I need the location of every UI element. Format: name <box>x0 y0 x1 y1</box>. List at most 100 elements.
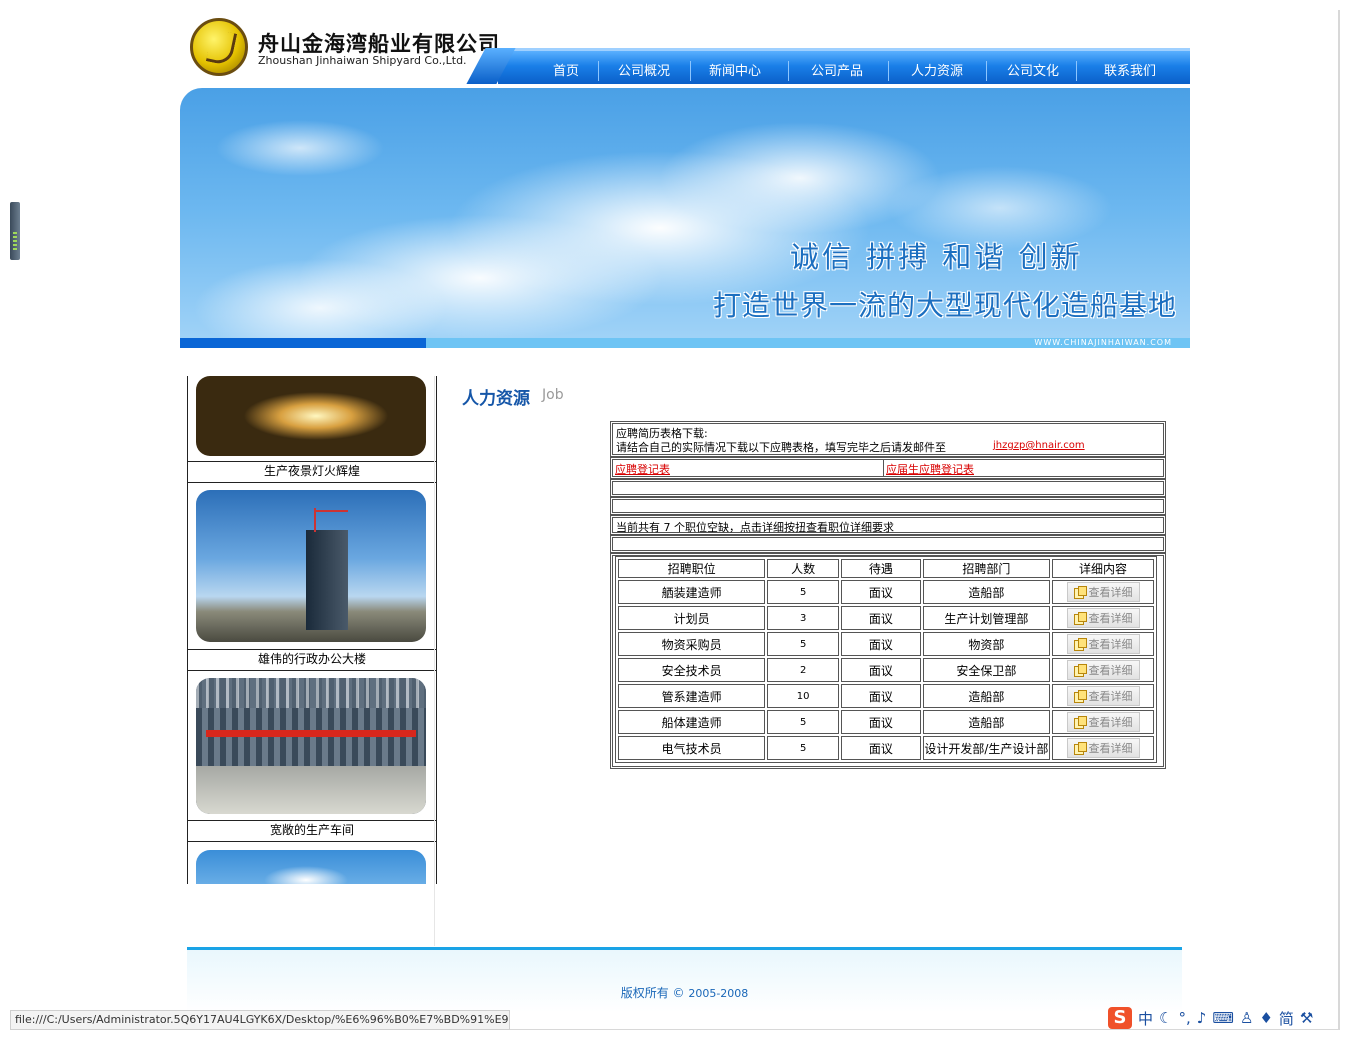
logo-emblem-icon <box>190 18 248 76</box>
job-pay: 面议 <box>841 684 921 708</box>
photo-caption: 宽敞的生产车间 <box>188 820 436 842</box>
job-count: 3 <box>767 606 840 630</box>
col-details: 详细内容 <box>1052 559 1154 578</box>
table-row: 舾装建造师 5 面议 造船部 查看详细 <box>618 580 1154 604</box>
empty-row <box>610 535 1166 553</box>
job-pay: 面议 <box>841 710 921 734</box>
nav-about[interactable]: 公司概况 <box>618 60 670 79</box>
copy-icon <box>1073 690 1087 703</box>
view-details-button[interactable]: 查看详细 <box>1066 738 1140 758</box>
microphone-icon[interactable]: ♪ <box>1197 1009 1207 1027</box>
ime-charset-toggle[interactable]: 简 <box>1279 1008 1294 1029</box>
photo-workshop[interactable] <box>196 678 426 814</box>
vacancy-summary-box: 当前共有 7 个职位空缺，点击详细按扭查看职位详细要求 <box>610 515 1166 535</box>
user-icon[interactable]: ♙ <box>1240 1009 1253 1027</box>
nav-separator <box>986 61 987 81</box>
application-form-link[interactable]: 应聘登记表 <box>615 461 670 477</box>
job-count: 5 <box>767 632 840 656</box>
view-details-button[interactable]: 查看详细 <box>1066 582 1140 602</box>
crane-beam <box>206 730 416 737</box>
banner-bottom-bar: WWW.CHINAJINHAIWAN.COM <box>180 338 1190 348</box>
job-department: 安全保卫部 <box>922 658 1051 682</box>
view-details-button[interactable]: 查看详细 <box>1066 634 1140 654</box>
empty-row <box>610 479 1166 497</box>
table-row: 物资采购员 5 面议 物资部 查看详细 <box>618 632 1154 656</box>
job-department: 造船部 <box>922 710 1051 734</box>
jobs-header-row: 招聘职位 人数 待遇 招聘部门 详细内容 <box>618 559 1154 578</box>
col-department: 招聘部门 <box>922 559 1051 578</box>
nav-products[interactable]: 公司产品 <box>811 60 863 79</box>
banner-url: WWW.CHINAJINHAIWAN.COM <box>1034 338 1172 347</box>
job-pay: 面议 <box>841 580 921 604</box>
copy-icon <box>1073 612 1087 625</box>
sogou-logo-icon[interactable]: S <box>1108 1007 1132 1029</box>
empty-row <box>610 497 1166 515</box>
main-nav: 首页 公司概况 新闻中心 公司产品 人力资源 公司文化 联系我们 <box>498 48 1190 84</box>
nav-culture[interactable]: 公司文化 <box>1007 60 1059 79</box>
vacancy-summary: 当前共有 7 个职位空缺，点击详细按扭查看职位详细要求 <box>616 521 894 534</box>
photo-caption: 生产夜景灯火辉煌 <box>188 461 436 483</box>
job-department: 造船部 <box>922 684 1051 708</box>
nav-hr[interactable]: 人力资源 <box>911 60 963 79</box>
page-footer: 版权所有 © 2005-2008 <box>187 947 1182 1012</box>
nav-news[interactable]: 新闻中心 <box>709 60 761 79</box>
copy-icon <box>1073 586 1087 599</box>
graduate-form-link[interactable]: 应届生应聘登记表 <box>886 461 974 477</box>
job-count: 2 <box>767 658 840 682</box>
company-logo[interactable]: 舟山金海湾船业有限公司 Zhoushan Jinhaiwan Shipyard … <box>188 16 518 86</box>
job-department: 物资部 <box>922 632 1051 656</box>
nav-separator <box>690 61 691 81</box>
nav-separator <box>888 61 889 81</box>
table-row: 安全技术员 2 面议 安全保卫部 查看详细 <box>618 658 1154 682</box>
banner-slogan-values: 诚信 拼搏 和谐 创新 <box>790 240 1083 274</box>
photo-sky[interactable] <box>196 850 426 884</box>
job-pay: 面议 <box>841 606 921 630</box>
company-name-en: Zhoushan Jinhaiwan Shipyard Co.,Ltd. <box>258 54 467 67</box>
job-title: 船体建造师 <box>618 710 766 734</box>
table-row: 船体建造师 5 面议 造船部 查看详细 <box>618 710 1154 734</box>
copy-icon <box>1073 742 1087 755</box>
skin-icon[interactable]: ♦ <box>1259 1009 1272 1027</box>
download-instruction: 请结合自己的实际情况下载以下应聘表格，填写完毕之后请发邮件至 <box>616 441 946 454</box>
job-department: 造船部 <box>922 580 1051 604</box>
moon-icon[interactable]: ☾ <box>1159 1009 1172 1027</box>
job-count: 10 <box>767 684 840 708</box>
nav-separator <box>1076 61 1077 81</box>
job-title: 安全技术员 <box>618 658 766 682</box>
photo-night-shipyard[interactable] <box>196 376 426 456</box>
column-divider <box>434 376 435 946</box>
col-count: 人数 <box>767 559 840 578</box>
copyright: 版权所有 © 2005-2008 <box>620 986 749 1000</box>
job-title: 物资采购员 <box>618 632 766 656</box>
banner-slogan-goal: 打造世界一流的大型现代化造船基地 <box>713 289 1178 322</box>
view-details-button[interactable]: 查看详细 <box>1066 712 1140 732</box>
hr-email-link[interactable]: jhzgzp@hnair.com <box>993 440 1085 451</box>
view-details-button[interactable]: 查看详细 <box>1066 686 1140 706</box>
punctuation-icon[interactable]: °, <box>1178 1009 1190 1027</box>
view-details-button[interactable]: 查看详细 <box>1066 660 1140 680</box>
nav-home[interactable]: 首页 <box>553 60 579 79</box>
photo-office-building[interactable] <box>196 490 426 642</box>
copy-icon <box>1073 638 1087 651</box>
photo-caption: 雄伟的行政办公大楼 <box>188 649 436 671</box>
wrench-icon[interactable]: ⚒ <box>1300 1009 1313 1027</box>
job-title: 舾装建造师 <box>618 580 766 604</box>
nav-separator <box>788 61 789 81</box>
page-title: 人力资源 <box>462 389 530 409</box>
keyboard-icon[interactable]: ⌨ <box>1212 1009 1234 1027</box>
side-panel-handle[interactable] <box>10 202 20 260</box>
photo-sidebar: 生产夜景灯火辉煌 雄伟的行政办公大楼 宽敞的生产车间 <box>187 376 437 884</box>
nav-contact[interactable]: 联系我们 <box>1104 60 1156 79</box>
job-pay: 面议 <box>841 658 921 682</box>
view-details-button[interactable]: 查看详细 <box>1066 608 1140 628</box>
ime-toolbar: S 中 ☾ °, ♪ ⌨ ♙ ♦ 简 ⚒ <box>1108 1006 1313 1030</box>
table-row: 管系建造师 10 面议 造船部 查看详细 <box>618 684 1154 708</box>
jobs-table: 招聘职位 人数 待遇 招聘部门 详细内容 舾装建造师 5 面议 造船部 查看详细… <box>615 556 1157 763</box>
nav-separator <box>598 61 599 81</box>
hero-banner: 诚信 拼搏 和谐 创新 打造世界一流的大型现代化造船基地 <box>180 88 1190 338</box>
copy-icon <box>1073 716 1087 729</box>
browser-status-bar: file:///C:/Users/Administrator.5Q6Y17AU4… <box>10 1010 510 1030</box>
ime-mode-toggle[interactable]: 中 <box>1138 1008 1153 1029</box>
building-shape <box>306 530 348 630</box>
job-title: 管系建造师 <box>618 684 766 708</box>
